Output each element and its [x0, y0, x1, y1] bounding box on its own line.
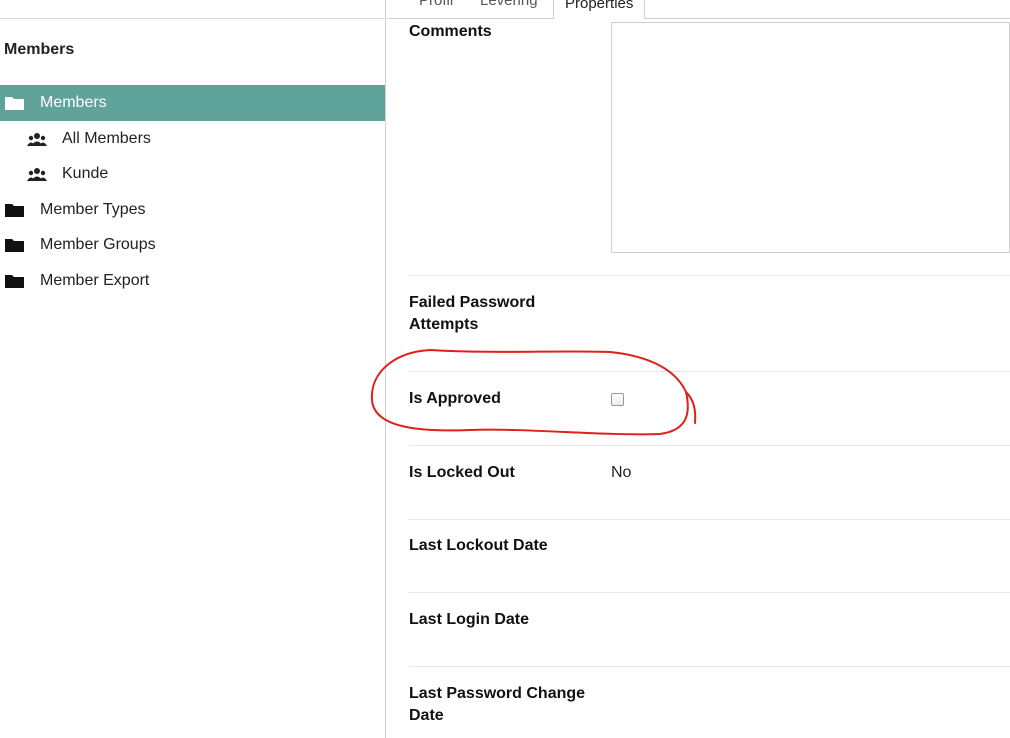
folder-icon: [5, 239, 24, 253]
folder-icon: [5, 274, 24, 288]
last-login-date-label: Last Login Date: [409, 611, 530, 628]
comments-textarea[interactable]: [611, 22, 1010, 253]
is-approved-label: Is Approved: [409, 390, 501, 407]
divider: [409, 519, 1010, 520]
last-password-change-label-line-2: Date: [409, 707, 444, 724]
members-tree: Members All Members Kunde Member Types M…: [0, 85, 385, 299]
folder-icon: [5, 203, 24, 217]
last-lockout-date-label: Last Lockout Date: [409, 537, 548, 554]
members-icon: [27, 168, 47, 182]
divider: [409, 371, 1010, 372]
tree-item-label: Member Export: [40, 271, 150, 289]
sidebar-divider: [0, 18, 386, 19]
tree-item-label: Member Types: [40, 200, 146, 218]
tree-item-label: All Members: [62, 129, 151, 147]
tab-profil[interactable]: Profil: [419, 0, 453, 9]
tree-item-member-types[interactable]: Member Types: [0, 192, 385, 228]
failed-password-attempts-label: Failed Password Attempts: [409, 292, 599, 336]
divider: [409, 592, 1010, 593]
tree-item-kunde[interactable]: Kunde: [0, 157, 385, 193]
tab-bar: Profil Levering Properties: [387, 0, 1010, 19]
divider: [409, 275, 1010, 276]
failed-password-label-line-2: Attempts: [409, 316, 479, 333]
tree-item-label: Kunde: [62, 165, 109, 183]
tree-item-all-members[interactable]: All Members: [0, 121, 385, 157]
tree-item-label: Member Groups: [40, 236, 156, 254]
sidebar-title: Members: [4, 41, 75, 58]
is-locked-out-value: No: [611, 464, 632, 481]
members-icon: [27, 132, 47, 146]
comments-label: Comments: [409, 23, 492, 40]
failed-password-label-line-1: Failed Password: [409, 294, 536, 311]
last-password-change-label-line-1: Last Password Change: [409, 685, 586, 702]
tab-properties[interactable]: Properties: [553, 0, 646, 19]
is-locked-out-label: Is Locked Out: [409, 464, 515, 481]
tab-levering[interactable]: Levering: [480, 0, 538, 9]
tree-item-member-groups[interactable]: Member Groups: [0, 228, 385, 264]
tree-item-members[interactable]: Members: [0, 85, 385, 121]
tree-item-member-export[interactable]: Member Export: [0, 263, 385, 299]
folder-open-icon: [5, 97, 24, 110]
divider: [409, 666, 1010, 667]
divider: [409, 445, 1010, 446]
is-approved-checkbox[interactable]: [611, 393, 624, 406]
sidebar: Members Members All Members Kunde Member…: [0, 0, 386, 738]
properties-panel: Comments Failed Password Attempts Is App…: [387, 19, 1010, 738]
tree-item-label: Members: [40, 94, 107, 111]
last-password-change-date-label: Last Password Change Date: [409, 683, 599, 727]
